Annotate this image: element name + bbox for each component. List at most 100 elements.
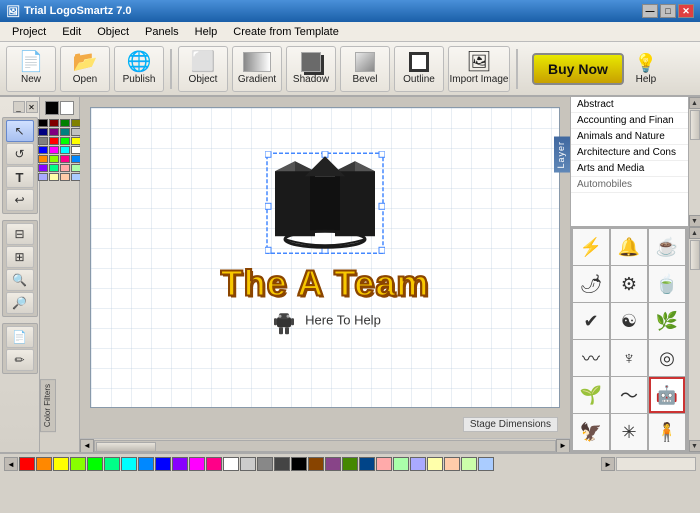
icon-cell-11[interactable]: ◎: [649, 340, 685, 376]
icon-scroll-thumb[interactable]: [690, 240, 700, 270]
color-swatch[interactable]: [38, 128, 48, 136]
bottom-color-swatch[interactable]: [223, 457, 239, 471]
category-animals[interactable]: Animals and Nature: [571, 129, 688, 145]
category-architecture[interactable]: Architecture and Cons: [571, 145, 688, 161]
undo-tool-button[interactable]: ↩: [6, 189, 34, 211]
icon-cell-10[interactable]: ♆: [611, 340, 647, 376]
gradient-button[interactable]: Gradient: [232, 46, 282, 92]
buy-now-button[interactable]: Buy Now: [532, 53, 624, 85]
icon-cell-6[interactable]: ✔: [573, 303, 609, 339]
color-swatch[interactable]: [38, 155, 48, 163]
color-swatch[interactable]: [49, 155, 59, 163]
bottom-color-swatch[interactable]: [121, 457, 137, 471]
icon-scroll-down[interactable]: ▼: [689, 440, 700, 452]
color-swatch[interactable]: [38, 146, 48, 154]
category-accounting[interactable]: Accounting and Finan: [571, 113, 688, 129]
select-tool-button[interactable]: ↖: [6, 120, 34, 142]
color-swatch[interactable]: [60, 146, 70, 154]
category-scroll-track[interactable]: [689, 109, 700, 215]
color-swatch[interactable]: [38, 119, 48, 127]
icon-scroll-track[interactable]: [689, 239, 700, 440]
open-button[interactable]: 📂 Open: [60, 46, 110, 92]
color-bar-left-button[interactable]: ◄: [4, 457, 18, 471]
new-tool-button[interactable]: 📄: [6, 326, 34, 348]
icon-cell-1[interactable]: 🔔: [611, 229, 647, 265]
category-arts[interactable]: Arts and Media: [571, 161, 688, 177]
bottom-color-swatch[interactable]: [342, 457, 358, 471]
publish-button[interactable]: 🌐 Publish: [114, 46, 164, 92]
bg-color-swatch[interactable]: [60, 101, 74, 115]
bottom-color-swatch[interactable]: [325, 457, 341, 471]
bottom-color-swatch[interactable]: [240, 457, 256, 471]
text-tool-button[interactable]: T: [6, 166, 34, 188]
color-swatch[interactable]: [60, 164, 70, 172]
horizontal-scrollbar[interactable]: ◄ ►: [80, 438, 570, 452]
bottom-color-swatch[interactable]: [53, 457, 69, 471]
panel-close-icon[interactable]: ✕: [26, 101, 38, 113]
bottom-color-swatch[interactable]: [393, 457, 409, 471]
bottom-color-swatch[interactable]: [138, 457, 154, 471]
bottom-color-swatch[interactable]: [155, 457, 171, 471]
close-button[interactable]: ✕: [678, 4, 694, 18]
menu-help[interactable]: Help: [187, 24, 226, 40]
category-scroll-up[interactable]: ▲: [689, 97, 700, 109]
icon-cell-0[interactable]: ⚡: [573, 229, 609, 265]
zoom-in-button[interactable]: 🔍: [6, 269, 34, 291]
icon-cell-14[interactable]: 🤖: [649, 377, 685, 413]
fg-color-swatch[interactable]: [45, 101, 59, 115]
icon-cell-12[interactable]: 🌱: [573, 377, 609, 413]
category-scroll-thumb[interactable]: [690, 110, 700, 140]
icon-cell-17[interactable]: 🧍: [649, 414, 685, 450]
pen-tool-button[interactable]: ✏: [6, 349, 34, 371]
bottom-color-swatch[interactable]: [478, 457, 494, 471]
image-tool-button[interactable]: ⊟: [6, 223, 34, 245]
bottom-color-swatch[interactable]: [189, 457, 205, 471]
bottom-color-swatch[interactable]: [87, 457, 103, 471]
bottom-color-swatch[interactable]: [461, 457, 477, 471]
maximize-button[interactable]: □: [660, 4, 676, 18]
color-swatch[interactable]: [60, 119, 70, 127]
object-button[interactable]: ⬜ Object: [178, 46, 228, 92]
color-swatch[interactable]: [60, 128, 70, 136]
color-bar-right-button[interactable]: ►: [601, 457, 615, 471]
layer-tab[interactable]: Layer: [554, 137, 570, 173]
color-swatch[interactable]: [49, 119, 59, 127]
color-swatch[interactable]: [49, 146, 59, 154]
bottom-color-swatch[interactable]: [410, 457, 426, 471]
bottom-color-swatch[interactable]: [274, 457, 290, 471]
bottom-color-swatch[interactable]: [427, 457, 443, 471]
bottom-color-swatch[interactable]: [206, 457, 222, 471]
canvas-area[interactable]: The A Team Here To H: [80, 97, 570, 438]
icon-scroll-up[interactable]: ▲: [689, 227, 700, 239]
category-scrollbar[interactable]: ▲ ▼: [688, 97, 700, 227]
icon-cell-8[interactable]: 🌿: [649, 303, 685, 339]
menu-create-template[interactable]: Create from Template: [225, 24, 347, 40]
stage-dimensions-label[interactable]: Stage Dimensions: [463, 417, 558, 432]
scroll-thumb[interactable]: [96, 442, 156, 452]
bottom-color-swatch[interactable]: [172, 457, 188, 471]
menu-object[interactable]: Object: [89, 24, 137, 40]
bottom-color-swatch[interactable]: [376, 457, 392, 471]
icon-cell-2[interactable]: ☕: [649, 229, 685, 265]
zoom-out-button[interactable]: 🔎: [6, 292, 34, 314]
icon-cell-3[interactable]: 🌶: [573, 266, 609, 302]
category-scroll-down[interactable]: ▼: [689, 215, 700, 227]
canvas[interactable]: The A Team Here To H: [90, 107, 560, 408]
shadow-button[interactable]: Shadow: [286, 46, 336, 92]
bottom-color-swatch[interactable]: [36, 457, 52, 471]
color-swatch[interactable]: [60, 173, 70, 181]
bevel-button[interactable]: Bevel: [340, 46, 390, 92]
icon-cell-5[interactable]: 🍵: [649, 266, 685, 302]
menu-edit[interactable]: Edit: [54, 24, 89, 40]
object-tool-button[interactable]: ⊞: [6, 246, 34, 268]
color-swatch[interactable]: [49, 173, 59, 181]
color-swatch[interactable]: [60, 155, 70, 163]
icon-cell-4[interactable]: ⚙: [611, 266, 647, 302]
icon-cell-15[interactable]: 🦅: [573, 414, 609, 450]
rotate-tool-button[interactable]: ↺: [6, 143, 34, 165]
icon-cell-16[interactable]: ✳: [611, 414, 647, 450]
help-button[interactable]: 💡 Help: [628, 53, 664, 85]
color-swatch[interactable]: [38, 164, 48, 172]
color-swatch[interactable]: [49, 137, 59, 145]
bottom-color-swatch[interactable]: [291, 457, 307, 471]
